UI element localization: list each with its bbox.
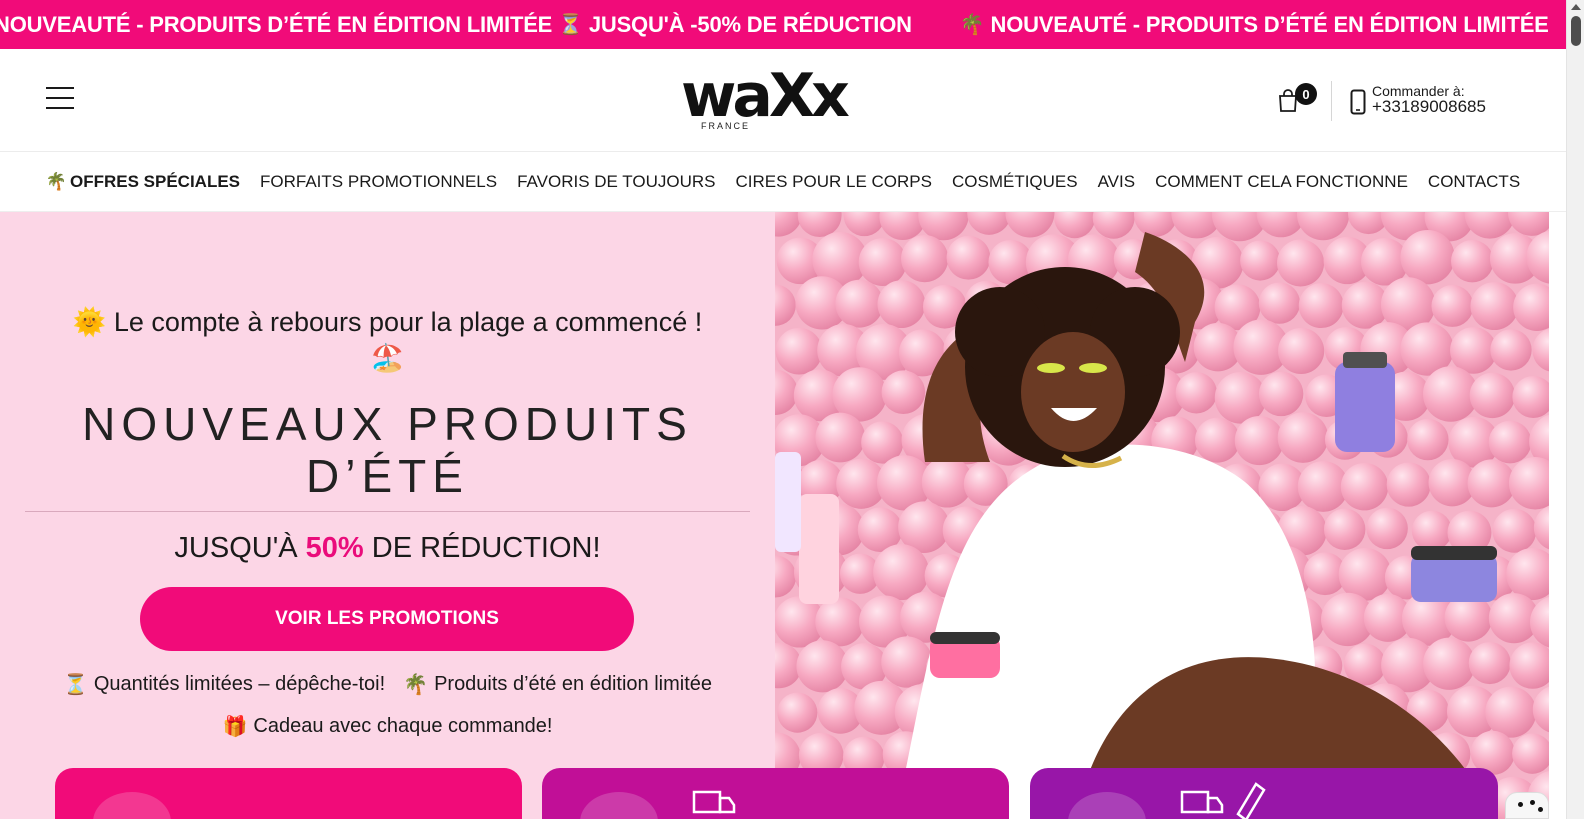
countdown-message: 🌞 Le compte à rebours pour la plage a co… <box>72 307 703 373</box>
nav-item-how-it-works[interactable]: COMMENT CELA FONCTIONNE <box>1145 172 1418 192</box>
hero-photo <box>775 212 1549 819</box>
logo-subtitle: FRANCE <box>701 121 751 131</box>
nav-item-cosmetics[interactable]: COSMÉTIQUES <box>942 172 1088 192</box>
beach-umbrella-icon: 🏖️ <box>370 343 405 373</box>
card-icon-circle <box>1068 792 1146 819</box>
cart-count-badge: 0 <box>1295 83 1317 105</box>
gift-icon: 🎁 <box>222 716 248 738</box>
feature-card[interactable] <box>55 768 522 819</box>
perk-item: 🌴 Produits d’été en édition limitée <box>403 673 713 696</box>
announcement-item: NOUVEAUTÉ - PRODUITS D’ÉTÉ EN ÉDITION LI… <box>0 11 912 37</box>
announcement-bar: NOUVEAUTÉ - PRODUITS D’ÉTÉ EN ÉDITION LI… <box>0 0 1566 49</box>
discount-line: JUSQU'À 50% DE RÉDUCTION! <box>174 532 601 564</box>
card-icon-circle <box>580 792 658 819</box>
cart-button[interactable]: 0 <box>1277 83 1321 115</box>
page-scrollbar[interactable] <box>1566 0 1584 819</box>
hourglass-icon: ⏳ <box>558 14 583 36</box>
hero-text-panel: 🌞 Le compte à rebours pour la plage a co… <box>0 212 775 819</box>
scrollbar-thumb[interactable] <box>1571 16 1581 46</box>
announcement-item: 🌴 NOUVEAUTÉ - PRODUITS D’ÉTÉ EN ÉDITION … <box>959 11 1549 37</box>
announcement-track: NOUVEAUTÉ - PRODUITS D’ÉTÉ EN ÉDITION LI… <box>0 0 1566 49</box>
perk-item: 🎁 Cadeau avec chaque commande! <box>222 715 553 738</box>
delivery-truck-icon <box>1180 790 1224 814</box>
card-icon-circle <box>93 792 171 819</box>
main-navigation: 🌴 OFFRES SPÉCIALES FORFAITS PROMOTIONNEL… <box>0 153 1566 212</box>
menu-icon[interactable] <box>46 87 76 111</box>
logo-wordmark: waXx <box>681 61 850 131</box>
scroll-up-arrow-icon[interactable] <box>1571 4 1581 10</box>
palm-tree-icon: 🌴 <box>959 14 985 36</box>
hero-photo-illustration <box>775 212 1549 819</box>
smartphone-icon <box>1350 89 1366 115</box>
hero-headline: NOUVEAUX PRODUITS D’ÉTÉ <box>82 398 693 502</box>
wax-stick-icon <box>1236 782 1266 819</box>
nav-item-favorites[interactable]: FAVORIS DE TOUJOURS <box>507 172 725 192</box>
nav-item-body-waxes[interactable]: CIRES POUR LE CORPS <box>725 172 942 192</box>
perks-list: ⏳ Quantités limitées – dépêche-toi! 🌴 Pr… <box>25 672 750 756</box>
nav-item-special-offers[interactable]: 🌴 OFFRES SPÉCIALES <box>36 172 250 192</box>
header-divider <box>1331 81 1332 121</box>
palm-tree-icon: 🌴 <box>403 674 429 696</box>
perk-item: ⏳ Quantités limitées – dépêche-toi! <box>62 673 386 696</box>
nav-item-promo-packages[interactable]: FORFAITS PROMOTIONNELS <box>250 172 507 192</box>
nav-item-reviews[interactable]: AVIS <box>1088 172 1145 192</box>
discount-percent: 50% <box>305 532 364 564</box>
feature-card[interactable] <box>1030 768 1498 819</box>
palm-tree-icon: 🌴 <box>45 172 67 191</box>
brand-logo[interactable]: waXx FRANCE <box>681 65 871 135</box>
site-header: waXx FRANCE 0 Commander à: +33189008685 <box>0 49 1566 152</box>
sun-icon: 🌞 <box>72 307 107 337</box>
hero-divider <box>25 511 750 512</box>
feature-card[interactable] <box>542 768 1009 819</box>
hourglass-icon: ⏳ <box>62 674 88 696</box>
chat-widget-icon[interactable] <box>1505 792 1549 819</box>
delivery-truck-icon <box>692 790 736 814</box>
phone-number: +33189008685 <box>1372 97 1486 116</box>
nav-item-contacts[interactable]: CONTACTS <box>1418 172 1530 192</box>
view-promotions-button[interactable]: VOIR LES PROMOTIONS <box>140 587 634 651</box>
